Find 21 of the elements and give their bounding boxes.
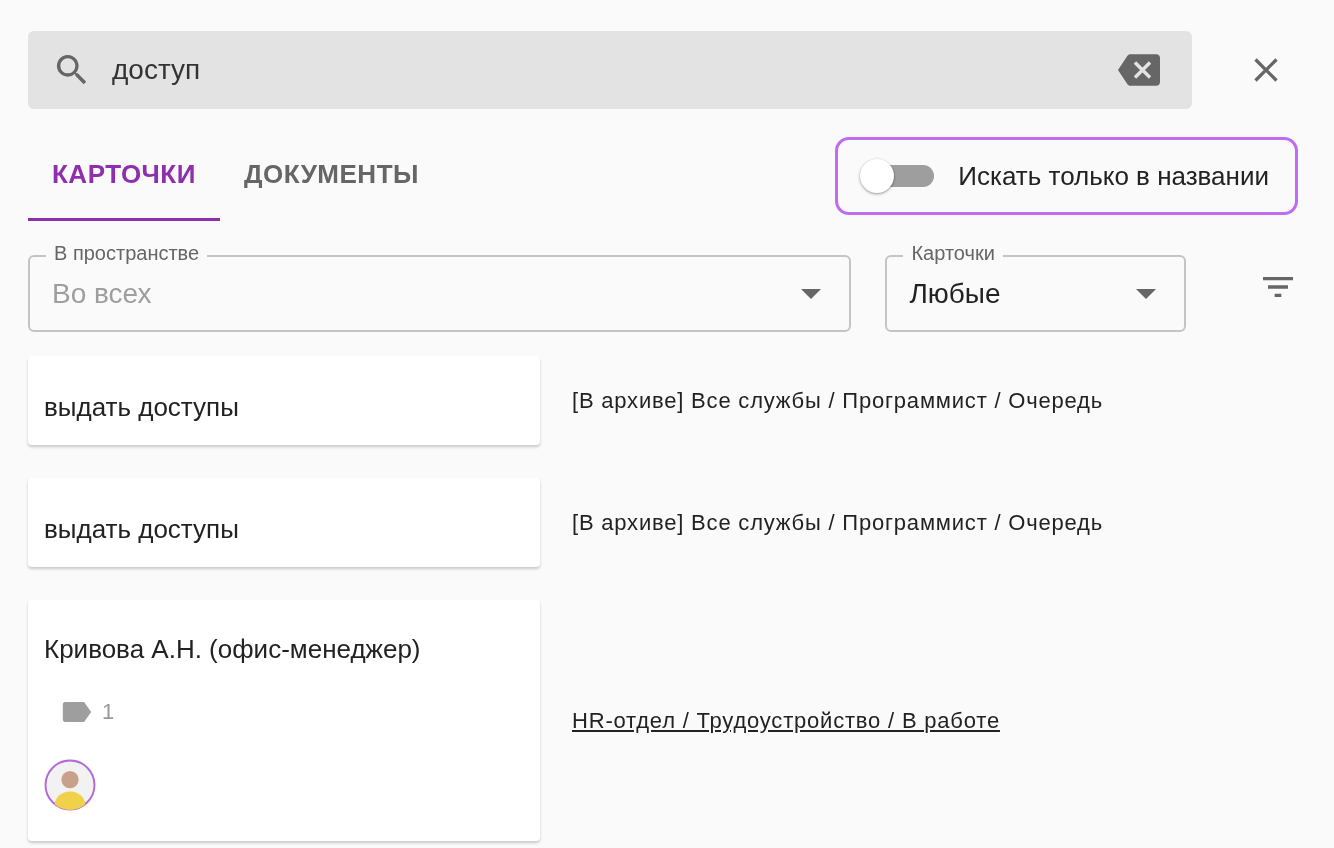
result-card[interactable]: Кривова А.Н. (офис-менеджер) 1 [28,600,540,841]
result-card[interactable]: выдать доступы [28,356,540,445]
tab[interactable]: ДОКУМЕНТЫ [219,131,443,221]
search-field[interactable]: доступ [28,31,1192,109]
toggle-label: Искать только в названии [958,160,1269,192]
dropdown[interactable]: Карточки Любые [885,242,1186,332]
path-text: [В архиве] Все службы / Программист / Очередь [572,387,1103,414]
tab[interactable]: КАРТОЧКИ [28,131,220,221]
path-text: [В архиве] Все службы / Программист / Очередь [572,509,1103,536]
card-title: выдать доступы [44,514,240,545]
toggle-switch[interactable] [860,159,935,193]
caret-icon [801,288,822,299]
card-title: выдать доступы [44,392,240,423]
search-input[interactable]: доступ [112,54,1098,86]
dropdown-value: Любые [909,277,1002,310]
dropdown-value: Во всех [52,277,153,310]
result-card[interactable]: выдать доступы [28,478,540,567]
path-link[interactable]: HR-отдел / Трудоустройство / В работе [572,707,1000,734]
card-title: Кривова А.Н. (офис-менеджер) [44,634,422,665]
caret-icon [1136,288,1156,299]
tag-count: 1 [102,699,115,725]
